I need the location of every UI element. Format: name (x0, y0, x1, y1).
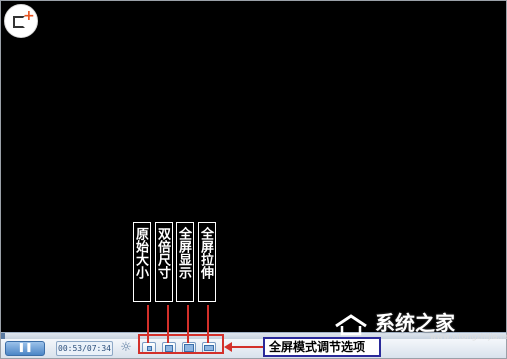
callout-arrow-line (229, 346, 263, 348)
label-double-size: 双倍尺寸 (155, 222, 173, 302)
connector-line (147, 305, 149, 343)
connector-line (167, 305, 169, 343)
pause-button[interactable]: ❚❚ (5, 341, 45, 356)
label-fullscreen-stretch: 全屏拉伸 (198, 222, 216, 302)
video-area[interactable]: + (1, 1, 506, 332)
label-fullscreen-display: 全屏显示 (176, 222, 194, 302)
app-logo-icon[interactable]: + (4, 4, 38, 38)
mode-buttons-highlight (138, 334, 224, 354)
pause-icon: ❚❚ (17, 343, 33, 353)
watermark: 系统之家 www.xitongzhijia.net (334, 308, 507, 341)
connector-line (207, 305, 209, 343)
brightness-icon[interactable]: ☼ (119, 341, 133, 355)
watermark-url: www.xitongzhijia.net (430, 332, 507, 341)
label-original-size: 原始大小 (133, 222, 151, 302)
callout-arrow-icon (224, 342, 232, 352)
house-logo-icon (335, 313, 367, 335)
callout-label: 全屏模式调节选项 (263, 337, 381, 357)
time-display: 00:53/07:34 (56, 341, 113, 356)
connector-line (187, 305, 189, 343)
